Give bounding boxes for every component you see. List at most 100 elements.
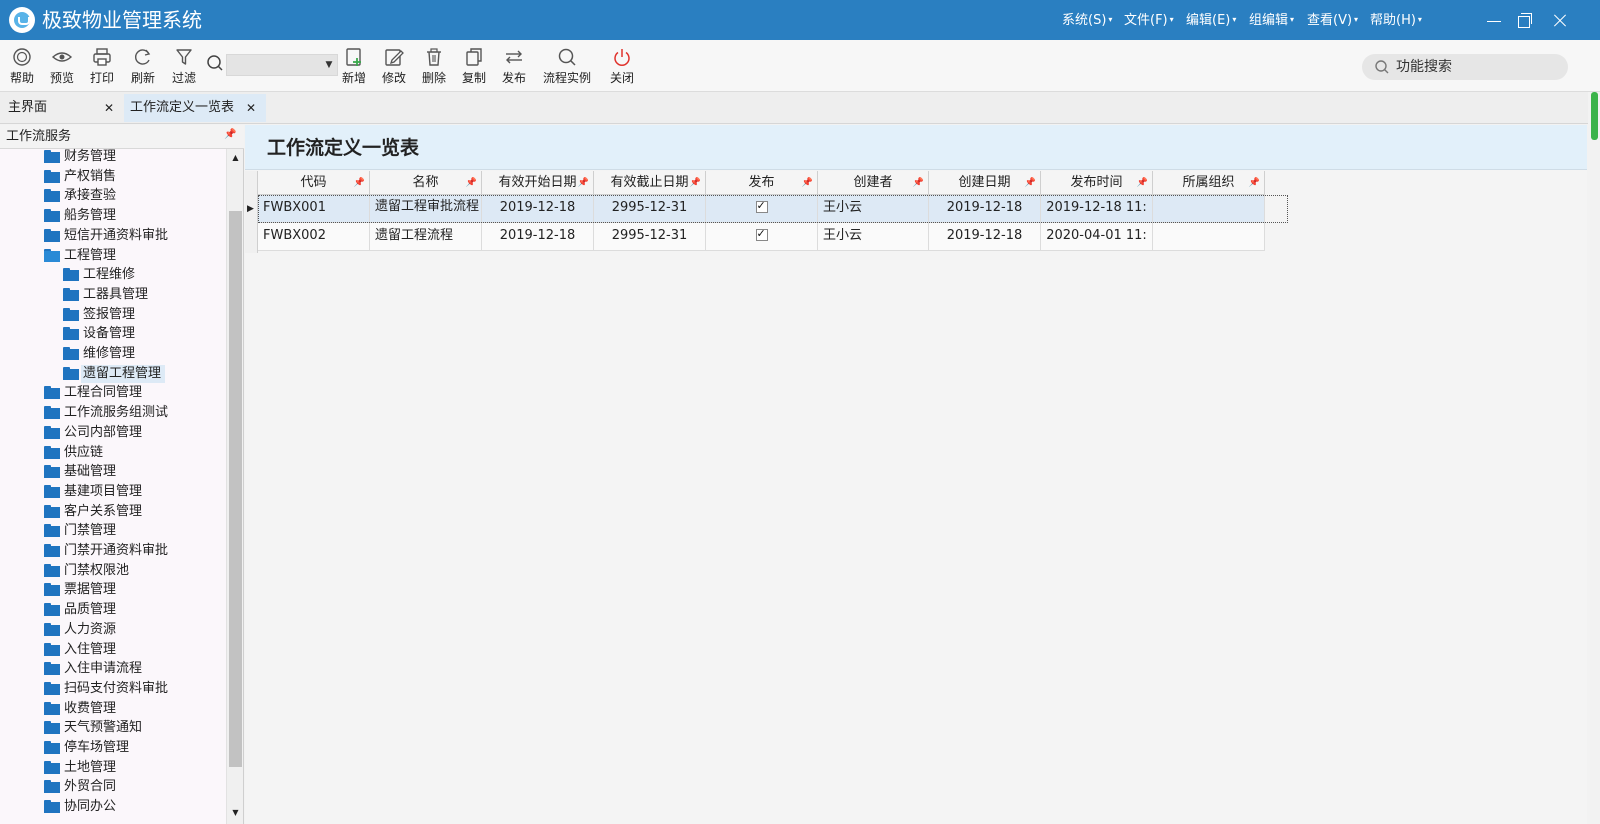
- minimize-icon[interactable]: [1480, 6, 1508, 34]
- pin-icon[interactable]: 📌: [578, 171, 589, 195]
- window-scrollbar[interactable]: [1588, 92, 1600, 824]
- pin-icon[interactable]: 📌: [1025, 171, 1036, 195]
- tree-item[interactable]: 短信开通资料审批: [44, 226, 220, 246]
- delete-button[interactable]: 删除: [416, 44, 452, 88]
- column-header-published[interactable]: 发布 📌: [706, 171, 818, 195]
- table-cell-start-date[interactable]: 2019-12-18: [482, 195, 594, 223]
- menu-view[interactable]: 查看(V): [1307, 11, 1358, 30]
- close-button[interactable]: 关闭: [604, 44, 640, 88]
- column-header-start-date[interactable]: 有效开始日期 📌: [482, 171, 594, 195]
- pin-icon[interactable]: 📌: [1137, 171, 1148, 195]
- column-header-creator[interactable]: 创建者 📌: [818, 171, 929, 195]
- table-cell-publish-time[interactable]: 2020-04-01 11:: [1041, 223, 1153, 251]
- column-header-end-date[interactable]: 有效截止日期 📌: [594, 171, 706, 195]
- table-cell-code[interactable]: FWBX002: [258, 223, 370, 251]
- tree-item[interactable]: 土地管理: [44, 758, 220, 778]
- table-cell-organization[interactable]: [1153, 195, 1265, 223]
- tree-item[interactable]: 门禁开通资料审批: [44, 541, 220, 561]
- close-window-icon[interactable]: [1546, 6, 1574, 34]
- column-header-publish-time[interactable]: 发布时间 📌: [1041, 171, 1153, 195]
- tree-item[interactable]: 扫码支付资料审批: [44, 679, 220, 699]
- tree-scrollbar[interactable]: ▲ ▼: [226, 149, 243, 824]
- help-button[interactable]: 帮助: [4, 44, 40, 88]
- table-cell-name[interactable]: 遗留工程审批流程: [370, 195, 482, 223]
- tree-item[interactable]: 财务管理: [44, 147, 220, 167]
- pin-icon[interactable]: 📌: [1249, 171, 1260, 195]
- tree-item[interactable]: 工作流服务组测试: [44, 403, 220, 423]
- function-search-input[interactable]: 功能搜索: [1362, 54, 1568, 80]
- tab-main[interactable]: 主界面 ✕: [2, 94, 122, 122]
- tree-item[interactable]: 入住管理: [44, 640, 220, 660]
- tree-item[interactable]: 协同办公: [44, 797, 220, 817]
- menu-edit[interactable]: 编辑(E): [1186, 11, 1236, 30]
- preview-button[interactable]: 预览: [44, 44, 80, 88]
- modify-button[interactable]: 修改: [376, 44, 412, 88]
- pin-icon[interactable]: 📌: [690, 171, 701, 195]
- menu-group-edit[interactable]: 组编辑: [1249, 11, 1294, 30]
- tree-item[interactable]: 门禁权限池: [44, 561, 220, 581]
- close-icon[interactable]: ✕: [246, 94, 256, 122]
- restore-icon[interactable]: [1512, 6, 1540, 34]
- tree-item[interactable]: 天气预警通知: [44, 718, 220, 738]
- table-cell-creator[interactable]: 王小云: [818, 223, 929, 251]
- tree-item[interactable]: 承接查验: [44, 186, 220, 206]
- scroll-up-icon[interactable]: ▲: [227, 151, 244, 165]
- published-checkbox[interactable]: [755, 227, 768, 241]
- tree-item[interactable]: 工程管理: [44, 246, 220, 266]
- close-icon[interactable]: ✕: [104, 94, 114, 122]
- table-cell-created-date[interactable]: 2019-12-18: [929, 195, 1041, 223]
- table-cell-organization[interactable]: [1153, 223, 1265, 251]
- print-button[interactable]: 打印: [84, 44, 120, 88]
- tree-item[interactable]: 基础管理: [44, 462, 220, 482]
- publish-button[interactable]: 发布: [496, 44, 532, 88]
- process-instance-button[interactable]: 流程实例: [536, 44, 598, 88]
- tree-item[interactable]: 工器具管理: [63, 285, 220, 305]
- table-cell-code[interactable]: FWBX001: [258, 195, 370, 223]
- menu-file[interactable]: 文件(F): [1124, 11, 1174, 30]
- tree-item[interactable]: 供应链: [44, 443, 220, 463]
- column-header-name[interactable]: 名称 📌: [370, 171, 482, 195]
- published-checkbox[interactable]: [755, 199, 768, 213]
- tree-item[interactable]: 工程合同管理: [44, 383, 220, 403]
- tree-item[interactable]: 维修管理: [63, 344, 220, 364]
- table-cell-end-date[interactable]: 2995-12-31: [594, 195, 706, 223]
- menu-system[interactable]: 系统(S): [1062, 11, 1112, 30]
- pin-icon[interactable]: 📌: [354, 171, 365, 195]
- tree-item[interactable]: 基建项目管理: [44, 482, 220, 502]
- scroll-down-icon[interactable]: ▼: [227, 806, 244, 820]
- column-header-created-date[interactable]: 创建日期 📌: [929, 171, 1041, 195]
- scrollbar-thumb[interactable]: [229, 211, 242, 767]
- tree-item[interactable]: 外贸合同: [44, 777, 220, 797]
- tree-item[interactable]: 签报管理: [63, 305, 220, 325]
- filter-button[interactable]: 过滤: [166, 44, 202, 88]
- tab-workflow-definitions[interactable]: 工作流定义一览表 ✕: [124, 94, 266, 122]
- pin-icon[interactable]: 📌: [466, 171, 477, 195]
- add-button[interactable]: 新增: [336, 44, 372, 88]
- column-header-code[interactable]: 代码 📌: [258, 171, 370, 195]
- tree-item[interactable]: 收费管理: [44, 699, 220, 719]
- tree-item[interactable]: 产权销售: [44, 167, 220, 187]
- table-cell-created-date[interactable]: 2019-12-18: [929, 223, 1041, 251]
- table-cell-start-date[interactable]: 2019-12-18: [482, 223, 594, 251]
- table-cell-name[interactable]: 遗留工程流程: [370, 223, 482, 251]
- table-cell-end-date[interactable]: 2995-12-31: [594, 223, 706, 251]
- tree-item[interactable]: 入住申请流程: [44, 659, 220, 679]
- table-cell-published[interactable]: [706, 223, 818, 251]
- tree-item[interactable]: 门禁管理: [44, 521, 220, 541]
- tree-item[interactable]: 票据管理: [44, 580, 220, 600]
- tree-item[interactable]: 工程维修: [63, 265, 220, 285]
- tree-item[interactable]: 设备管理: [63, 324, 220, 344]
- tree-item[interactable]: 遗留工程管理: [63, 364, 220, 384]
- pin-icon[interactable]: 📌: [913, 171, 924, 195]
- refresh-button[interactable]: 刷新: [125, 44, 161, 88]
- tree-item[interactable]: 品质管理: [44, 600, 220, 620]
- column-header-organization[interactable]: 所属组织 📌: [1153, 171, 1265, 195]
- pin-icon[interactable]: 📌: [802, 171, 813, 195]
- copy-button[interactable]: 复制: [456, 44, 492, 88]
- table-cell-published[interactable]: [706, 195, 818, 223]
- table-cell-creator[interactable]: 王小云: [818, 195, 929, 223]
- menu-help[interactable]: 帮助(H): [1370, 11, 1422, 30]
- tree-item[interactable]: 公司内部管理: [44, 423, 220, 443]
- tree-item[interactable]: 船务管理: [44, 206, 220, 226]
- tree-item[interactable]: 人力资源: [44, 620, 220, 640]
